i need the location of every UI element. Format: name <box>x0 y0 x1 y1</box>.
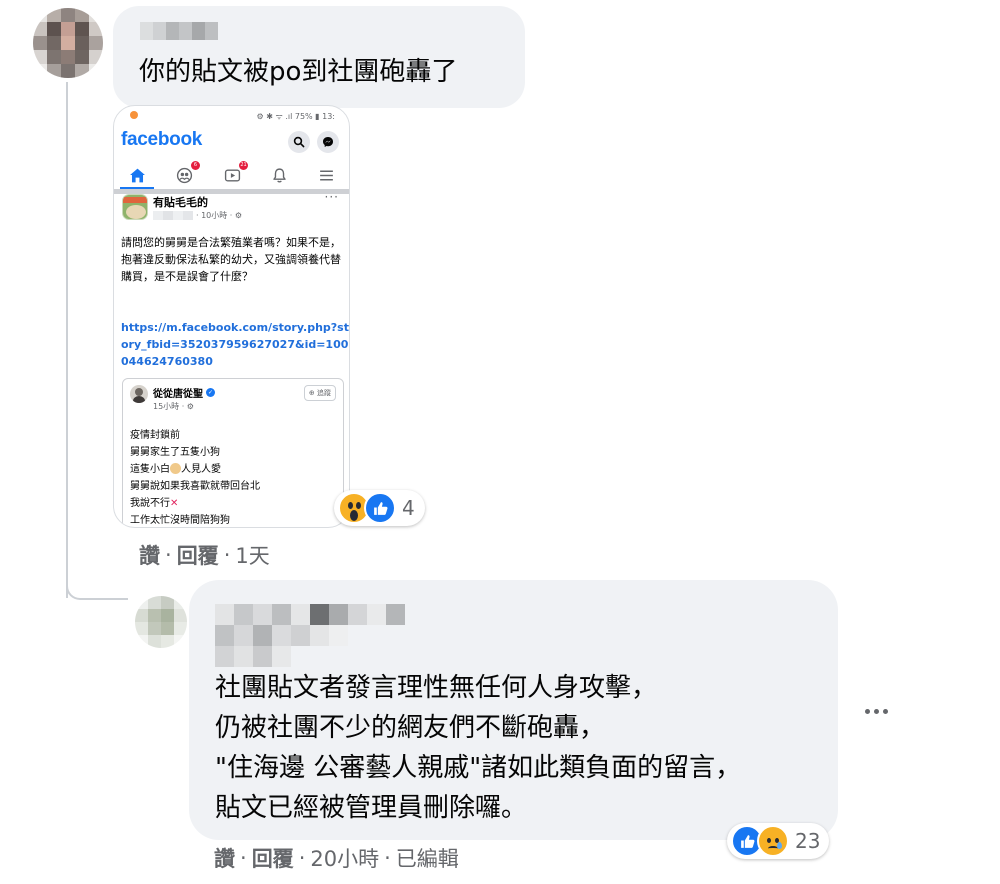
comment-1-actions: 讚 · 回覆 · 1天 <box>139 540 270 570</box>
commenter-1-name-blurred[interactable] <box>140 22 218 40</box>
feed-divider <box>114 189 349 194</box>
verified-badge-icon: ✓ <box>206 388 215 397</box>
commenter-1-avatar[interactable] <box>33 8 103 78</box>
blurred-author <box>153 211 193 220</box>
facebook-logo: facebook <box>121 129 203 150</box>
timestamp[interactable]: 20小時 <box>310 843 379 873</box>
shared-author-name: 從從唐從聖 ✓ <box>153 388 215 400</box>
group-avatar <box>122 194 148 220</box>
watch-badge: 21 <box>239 161 248 170</box>
post-text: 請問您的舅舅是合法繁殖業者嗎？如果不是，抱著違反動保法私繁的幼犬，又強調領養代替… <box>121 236 341 283</box>
post-meta: · 10小時 · ⚙ <box>153 210 242 221</box>
like-link[interactable]: 讚 <box>214 843 235 873</box>
comment-1-text: 你的貼文被po到社團砲轟了 <box>139 57 458 87</box>
cross-mark-icon: ✕ <box>170 498 179 509</box>
sad-icon <box>757 825 789 857</box>
follow-button: ⊕ 追蹤 <box>303 385 336 401</box>
comment-2-text: 社團貼文者發言理性無任何人身攻擊， 仍被社團不少的網友們不斷砲轟， "住海邊 公… <box>215 673 742 823</box>
bell-icon <box>269 165 289 185</box>
shared-author-avatar <box>130 385 148 403</box>
group-name: 有貼毛毛的 <box>153 196 208 209</box>
comment-2-reactions[interactable]: 23 <box>727 823 830 859</box>
shared-post-text: 疫情封鎖前 舅舅家生了五隻小狗 這隻小白 人見人愛 舅舅說如果我喜歡就帶回台北 我… <box>130 430 260 526</box>
menu-icon <box>316 165 336 185</box>
edited-label[interactable]: 已編輯 <box>396 843 459 873</box>
reaction-count: 4 <box>402 496 415 520</box>
notification-dot <box>130 111 138 119</box>
friends-badge: 6 <box>191 161 200 170</box>
like-icon <box>364 492 396 524</box>
more-options-icon[interactable] <box>856 696 896 726</box>
thread-line <box>66 82 68 598</box>
post-link: https://m.facebook.com/story.php?story_f… <box>121 321 349 368</box>
timestamp[interactable]: 1天 <box>235 540 269 570</box>
commenter-2-avatar[interactable] <box>135 596 187 648</box>
commenter-2-name-blurred[interactable] <box>215 604 405 667</box>
phone-status-bar: ⚙ ✱ ᯤ .ıl 75% ▮ 13: <box>114 106 349 126</box>
post-options-icon: ··· <box>324 190 339 204</box>
like-link[interactable]: 讚 <box>139 540 160 570</box>
search-icon <box>288 131 310 153</box>
home-icon <box>127 165 147 185</box>
reply-link[interactable]: 回覆 <box>252 843 294 873</box>
facebook-nav-bar: 6 21 <box>114 161 349 189</box>
thread-connector <box>66 560 128 600</box>
messenger-icon <box>317 131 339 153</box>
reply-link[interactable]: 回覆 <box>177 540 219 570</box>
comment-1-reactions[interactable]: 4 <box>334 490 425 526</box>
attached-screenshot[interactable]: ⚙ ✱ ᯤ .ıl 75% ▮ 13: facebook 6 21 有貼毛毛的 <box>113 105 350 528</box>
shared-post-card: 從從唐從聖 ✓ 15小時 · ⚙ ⊕ 追蹤 疫情封鎖前 舅舅家生了五隻小狗 這隻… <box>122 378 344 527</box>
dog-emoji-icon <box>170 462 181 474</box>
reaction-count: 23 <box>795 829 821 853</box>
friends-icon: 6 <box>174 161 200 185</box>
watch-icon: 21 <box>222 161 248 185</box>
shared-post-meta: 15小時 · ⚙ <box>153 402 194 411</box>
comment-2-actions: 讚 · 回覆 · 20小時 · 已編輯 <box>214 843 459 873</box>
